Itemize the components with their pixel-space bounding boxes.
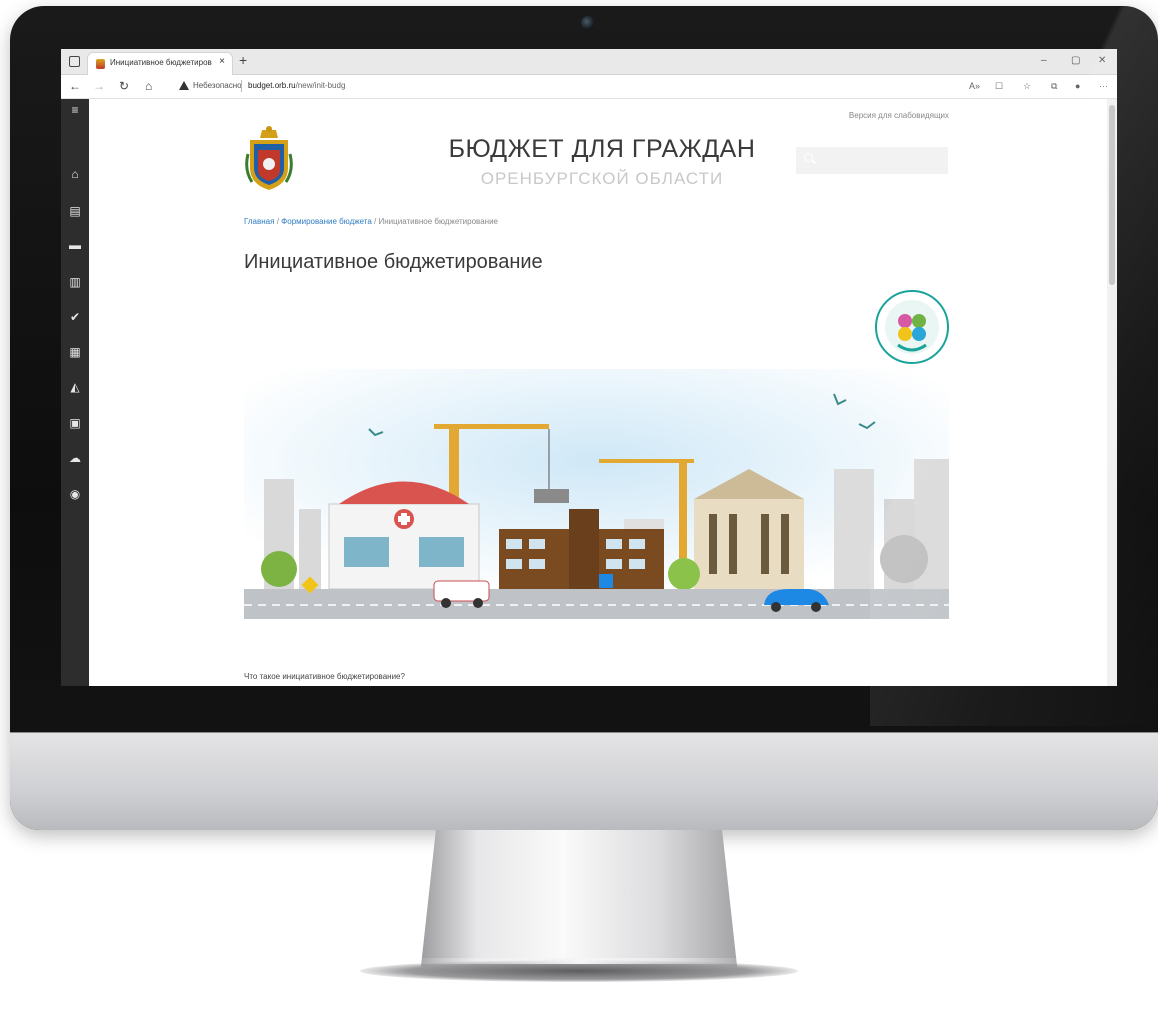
document-icon[interactable]: ▤ xyxy=(68,204,82,218)
address-separator xyxy=(241,80,242,92)
breadcrumb-separator: / xyxy=(276,217,279,226)
desktop-scene: Инициативное бюджетирован × + – ▢ ✕ ← → … xyxy=(0,0,1158,1025)
url-path: /new/init-budg xyxy=(295,81,346,90)
page-content: Версия для слабовидящих БЮДЖЕТ ДЛЯ ГРАЖД… xyxy=(244,99,949,686)
user-circle-icon[interactable]: ◉ xyxy=(68,487,82,501)
breadcrumb-home[interactable]: Главная xyxy=(244,217,274,226)
breadcrumb-section[interactable]: Формирование бюджета xyxy=(281,217,372,226)
monitor-chin xyxy=(10,732,1158,830)
tab-actions-icon[interactable] xyxy=(69,56,80,67)
url-field[interactable]: budget.orb.ru/new/init-budg xyxy=(248,81,345,90)
tab-bar: Инициативное бюджетирован × + – ▢ ✕ xyxy=(61,49,1117,75)
forward-icon[interactable]: → xyxy=(93,79,105,93)
cloud-upload-icon[interactable]: ☁ xyxy=(68,451,82,465)
reload-icon[interactable]: ↻ xyxy=(119,79,129,93)
scrollbar[interactable] xyxy=(1107,99,1117,686)
tab-title: Инициативное бюджетирован xyxy=(110,58,212,67)
collections-icon[interactable]: ⧉ xyxy=(1051,81,1057,92)
calculator-icon[interactable]: ▦ xyxy=(68,345,82,359)
site-subtitle: ОРЕНБУРГСКОЙ ОБЛАСТИ xyxy=(480,169,724,188)
monitor-stand xyxy=(420,830,738,975)
briefcase-icon[interactable]: ▬ xyxy=(68,238,82,252)
url-host: budget.orb.ru xyxy=(248,81,296,90)
insecure-label[interactable]: Небезопасно xyxy=(193,81,242,90)
home-icon[interactable]: ⌂ xyxy=(68,167,82,181)
warning-icon xyxy=(179,81,189,90)
page-title: Инициативное бюджетирование xyxy=(244,251,543,273)
address-bar: ← → ↻ ⌂ Небезопасно budget.orb.ru/new/in… xyxy=(61,75,1117,99)
breadcrumb-separator: / xyxy=(374,217,377,226)
webcam xyxy=(581,16,595,30)
search-input[interactable] xyxy=(796,147,948,174)
initiative-budgeting-logo xyxy=(875,290,949,364)
accessibility-link[interactable]: Версия для слабовидящих xyxy=(849,111,949,120)
browser-screen: Инициативное бюджетирован × + – ▢ ✕ ← → … xyxy=(61,49,1117,686)
home-icon[interactable]: ⌂ xyxy=(145,79,152,93)
archive-icon[interactable]: ▣ xyxy=(68,416,82,430)
favorites-icon[interactable]: ☆ xyxy=(1023,81,1031,92)
bar-chart-icon[interactable]: ▥ xyxy=(68,275,82,289)
more-menu-icon[interactable]: ··· xyxy=(1099,81,1108,91)
city-illustration xyxy=(244,369,949,619)
tab-close-icon[interactable]: × xyxy=(219,56,225,67)
minimize-button[interactable]: – xyxy=(1041,55,1047,66)
close-window-button[interactable]: ✕ xyxy=(1098,55,1106,66)
site-favicon-icon xyxy=(96,59,105,69)
coat-of-arms-logo[interactable] xyxy=(244,124,294,194)
monitor-foot-highlight xyxy=(400,958,760,964)
breadcrumb-current: Инициативное бюджетирование xyxy=(378,217,498,226)
web-page: ≡ ⌂ ▤ ▬ ▥ ✔ ▦ ◭ ▣ ☁ ◉ Версия для слабови… xyxy=(61,99,1117,686)
maximize-button[interactable]: ▢ xyxy=(1071,55,1080,66)
check-icon[interactable]: ✔ xyxy=(68,310,82,324)
breadcrumb: Главная / Формирование бюджета / Инициат… xyxy=(244,217,498,226)
scrollbar-thumb[interactable] xyxy=(1109,105,1115,285)
back-icon[interactable]: ← xyxy=(69,79,81,93)
site-title: БЮДЖЕТ ДЛЯ ГРАЖДАН xyxy=(448,135,756,163)
new-tab-button[interactable]: + xyxy=(239,52,247,68)
profile-icon[interactable]: ● xyxy=(1075,81,1080,91)
browser-tab[interactable]: Инициативное бюджетирован × xyxy=(87,52,233,75)
read-aloud-icon[interactable]: A» xyxy=(969,81,980,91)
left-sidebar: ≡ ⌂ ▤ ▬ ▥ ✔ ▦ ◭ ▣ ☁ ◉ xyxy=(61,99,89,686)
reading-view-icon[interactable]: ☐ xyxy=(995,81,1003,92)
menu-icon[interactable]: ≡ xyxy=(68,103,82,117)
search-icon xyxy=(804,153,813,162)
area-chart-icon[interactable]: ◭ xyxy=(68,380,82,394)
faq-question[interactable]: Что такое инициативное бюджетирование? xyxy=(244,672,405,681)
